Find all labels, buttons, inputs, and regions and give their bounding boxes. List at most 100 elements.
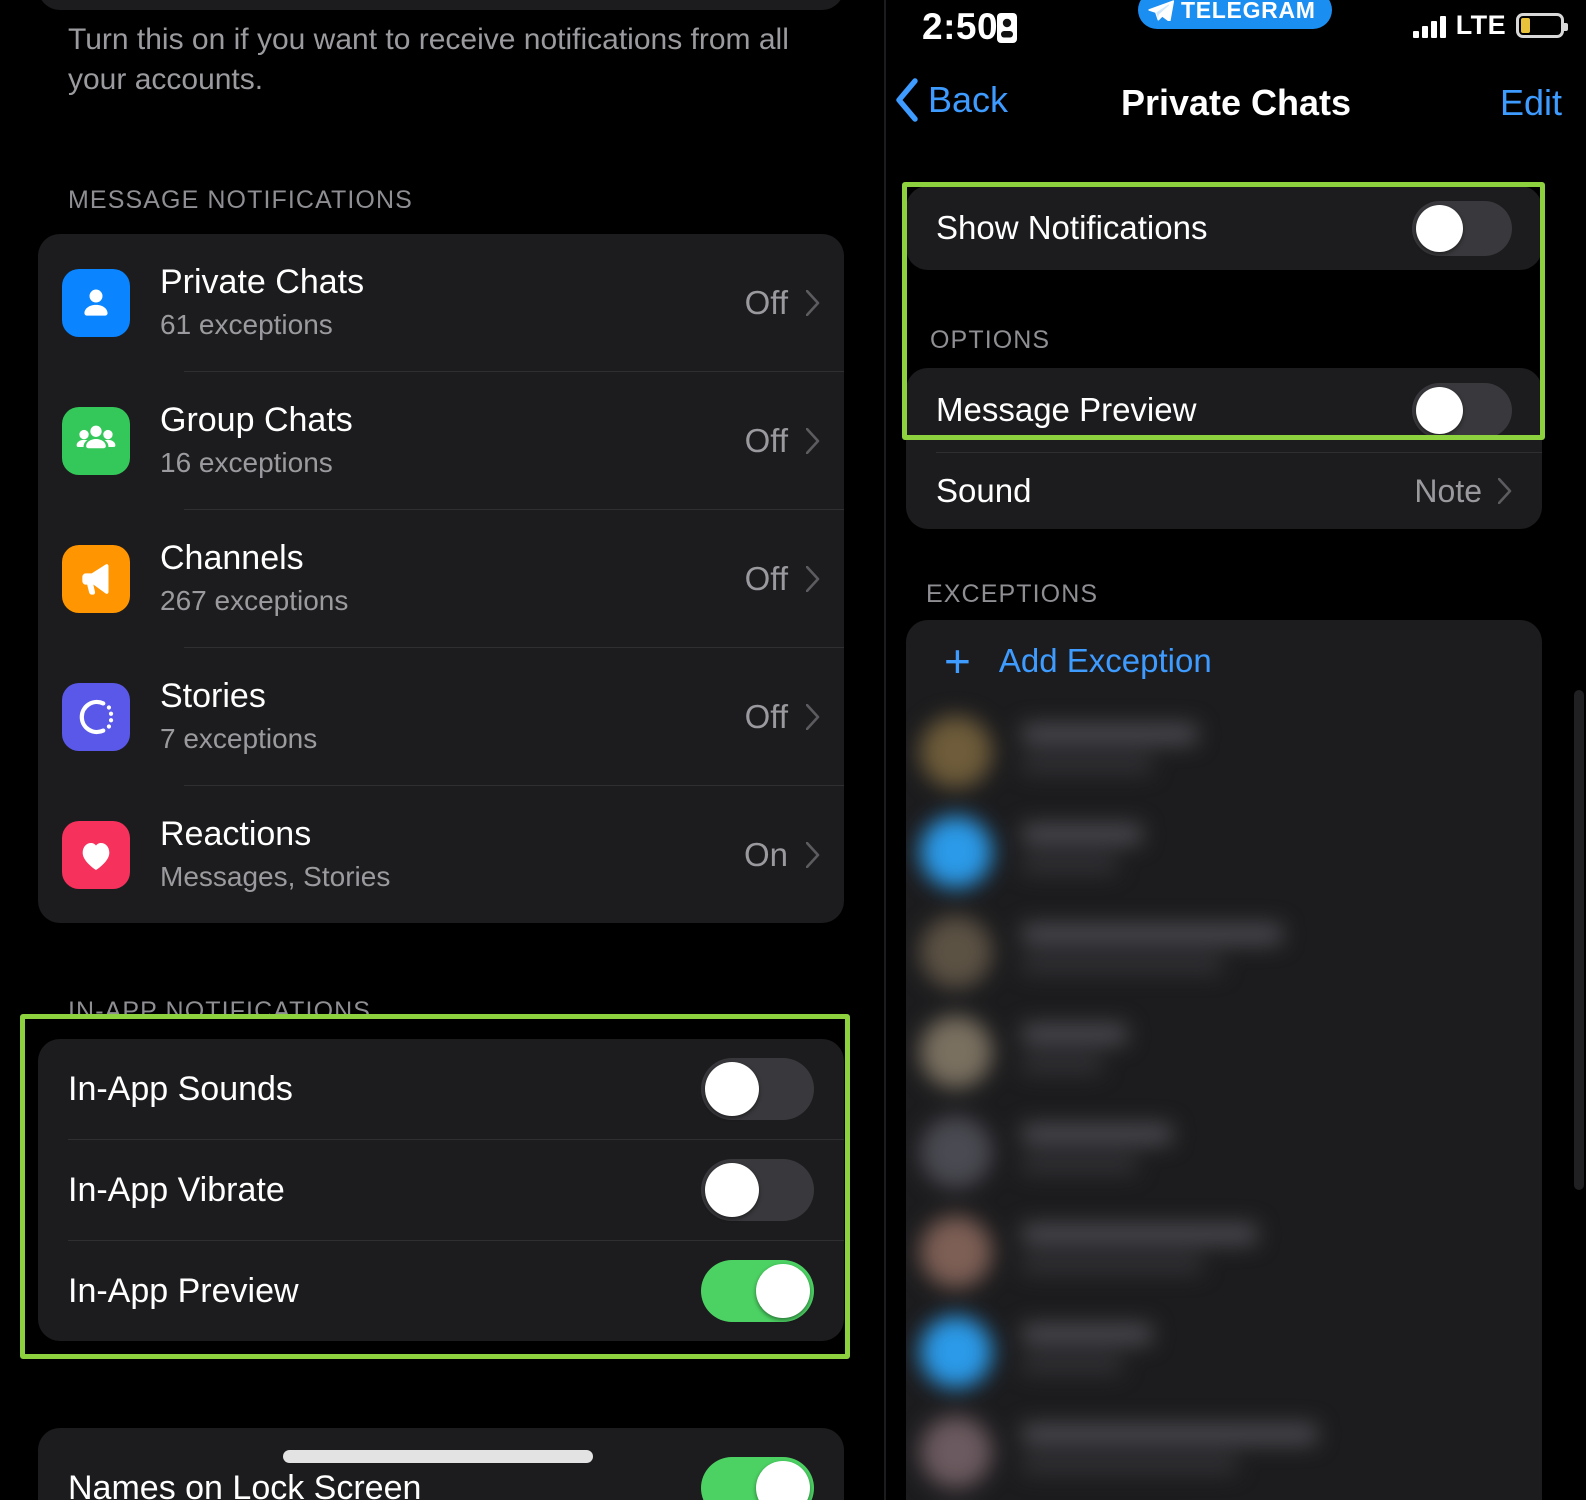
- list-item-title: Group Chats: [160, 400, 353, 439]
- screenshot-root: Turn this on if you want to receive noti…: [0, 0, 1586, 1500]
- options-card: Message Preview Sound Note: [906, 368, 1542, 529]
- list-item-subtitle: 7 exceptions: [160, 722, 318, 754]
- exception-list-item[interactable]: [906, 1302, 1542, 1402]
- list-item-title: Reactions: [160, 814, 312, 853]
- list-item-subtitle: 267 exceptions: [160, 584, 349, 616]
- list-item-subtitle: 16 exceptions: [160, 446, 333, 478]
- redacted-detail: [1022, 1456, 1237, 1473]
- toggle-knob: [705, 1163, 759, 1217]
- redacted-detail: [1022, 956, 1222, 973]
- message-notifications-card: Private Chats 61 exceptions Off Group Ch…: [38, 234, 844, 923]
- redacted-detail: [1022, 1256, 1202, 1273]
- toggle-show-notifications[interactable]: [1412, 200, 1512, 256]
- toggle-knob: [705, 1062, 759, 1116]
- row-sound[interactable]: Sound Note: [906, 453, 1542, 529]
- message-notifications-header: MESSAGE NOTIFICATIONS: [68, 186, 413, 214]
- battery-low-icon: [1516, 13, 1568, 38]
- redacted-name: [1022, 1224, 1257, 1244]
- in-app-notifications-header: IN-APP NOTIFICATIONS: [68, 997, 372, 1025]
- avatar: [920, 1216, 992, 1288]
- toggle-message-preview[interactable]: [1412, 382, 1512, 438]
- avatar: [920, 716, 992, 788]
- add-exception-button[interactable]: + Add Exception: [906, 620, 1542, 702]
- add-exception-label: Add Exception: [998, 642, 1212, 679]
- telegram-pill-label: TELEGRAM: [1181, 0, 1316, 23]
- vertical-scrollbar[interactable]: [1574, 690, 1584, 1190]
- row-in-app-preview[interactable]: In-App Preview: [38, 1241, 844, 1341]
- status-bar-indicators: LTE: [1412, 10, 1568, 41]
- list-item-text: Channels 267 exceptions: [160, 538, 745, 620]
- avatar: [920, 1016, 992, 1088]
- page-title: Private Chats: [1120, 82, 1352, 123]
- row-message-preview[interactable]: Message Preview: [906, 368, 1542, 452]
- exception-list-item[interactable]: [906, 902, 1542, 1002]
- redacted-name: [1022, 1124, 1172, 1144]
- row-label: Message Preview: [936, 391, 1197, 428]
- toggle-knob: [756, 1461, 810, 1500]
- exception-list-item[interactable]: [906, 1102, 1542, 1202]
- toggle-in-app-sounds[interactable]: [701, 1058, 814, 1120]
- row-label: Names on Lock Screen: [68, 1468, 422, 1500]
- list-item-value: Off: [744, 697, 788, 735]
- list-item-text: Reactions Messages, Stories: [160, 814, 744, 896]
- exception-list-item[interactable]: [906, 1402, 1542, 1500]
- redacted-detail: [1022, 756, 1152, 773]
- options-header: OPTIONS: [930, 326, 1051, 354]
- chevron-right-icon: [806, 703, 820, 730]
- list-item-channels[interactable]: Channels 267 exceptions Off: [38, 510, 844, 647]
- right-phone-panel: 2:50 TELEGRAM LTE Back Private Chats Edi…: [886, 0, 1586, 1500]
- list-item-text: Private Chats 61 exceptions: [160, 262, 745, 344]
- network-type-label: LTE: [1455, 10, 1506, 40]
- plus-icon: +: [944, 635, 971, 687]
- exception-list-item[interactable]: [906, 702, 1542, 802]
- row-label: Sound: [936, 472, 1032, 509]
- redacted-detail: [1022, 1056, 1102, 1073]
- exception-list-item[interactable]: [906, 1202, 1542, 1302]
- in-app-notifications-card: In-App Sounds In-App Vibrate In-App Prev…: [38, 1039, 844, 1341]
- list-item-value: Off: [744, 283, 788, 321]
- chevron-right-icon: [806, 289, 820, 316]
- edit-button[interactable]: Edit: [1500, 82, 1562, 124]
- exception-list-item[interactable]: [906, 1002, 1542, 1102]
- avatar: [920, 1116, 992, 1188]
- row-in-app-sounds[interactable]: In-App Sounds: [38, 1039, 844, 1139]
- row-value: Note: [1414, 472, 1482, 509]
- list-item-value: On: [743, 835, 788, 873]
- row-in-app-vibrate[interactable]: In-App Vibrate: [38, 1140, 844, 1240]
- chevron-right-icon: [806, 841, 820, 868]
- list-item-title: Stories: [160, 676, 266, 715]
- cellular-signal-icon: [1412, 14, 1446, 38]
- megaphone-icon: [62, 544, 130, 613]
- navigation-bar: Back Private Chats Edit: [886, 62, 1586, 162]
- toggle-knob: [1416, 386, 1463, 434]
- toggle-knob: [756, 1264, 810, 1318]
- list-item-stories[interactable]: Stories 7 exceptions Off: [38, 648, 844, 785]
- chevron-right-icon: [806, 565, 820, 592]
- list-item-title: Channels: [160, 538, 304, 577]
- list-item-text: Stories 7 exceptions: [160, 676, 745, 758]
- left-phone-panel: Turn this on if you want to receive noti…: [0, 0, 884, 1500]
- list-item-group-chats[interactable]: Group Chats 16 exceptions Off: [38, 372, 844, 509]
- list-item-value: Off: [744, 421, 788, 459]
- telegram-activity-pill[interactable]: TELEGRAM: [1138, 0, 1332, 29]
- toggle-names-on-lock-screen[interactable]: [701, 1457, 814, 1500]
- chevron-right-icon: [806, 427, 820, 454]
- redacted-name: [1022, 1324, 1152, 1344]
- exceptions-blurred-list[interactable]: [906, 702, 1542, 1500]
- person-icon: [62, 268, 130, 337]
- toggle-in-app-preview[interactable]: [701, 1260, 814, 1322]
- names-on-lock-screen-card: Names on Lock Screen: [38, 1428, 844, 1500]
- row-label: Show Notifications: [936, 209, 1208, 246]
- status-bar-clock: 2:50: [922, 6, 999, 47]
- toggle-in-app-vibrate[interactable]: [701, 1159, 814, 1221]
- list-item-reactions[interactable]: Reactions Messages, Stories On: [38, 786, 844, 923]
- list-item-subtitle: Messages, Stories: [160, 860, 391, 892]
- status-bar: 2:50 TELEGRAM LTE: [886, 0, 1586, 62]
- row-label: In-App Vibrate: [68, 1170, 285, 1209]
- redacted-name: [1022, 924, 1282, 944]
- exceptions-card: + Add Exception: [906, 620, 1542, 1500]
- list-item-private-chats[interactable]: Private Chats 61 exceptions Off: [38, 234, 844, 371]
- row-names-on-lock-screen[interactable]: Names on Lock Screen: [38, 1428, 844, 1500]
- exception-list-item[interactable]: [906, 802, 1542, 902]
- row-show-notifications[interactable]: Show Notifications: [906, 186, 1542, 270]
